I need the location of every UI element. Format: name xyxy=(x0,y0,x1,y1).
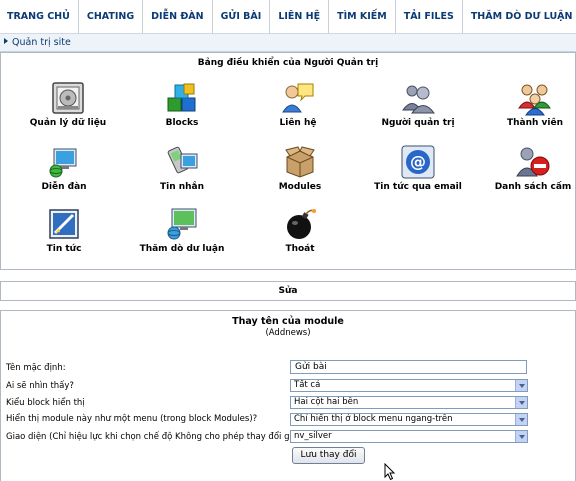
admin-item-email-news[interactable]: @ Tin tức qua email xyxy=(363,144,473,192)
rename-subtitle: (Addnews) xyxy=(265,328,311,338)
admin-item-poll[interactable]: Thăm dò dư luận xyxy=(127,206,237,254)
edit-bar: Sửa xyxy=(0,281,576,301)
menu-display-label: Hiển thị module này như một menu (trong … xyxy=(6,414,258,424)
admin-item-blocks[interactable]: Blocks xyxy=(127,80,237,128)
admin-item-label: Tin tức xyxy=(46,244,82,254)
admin-item-label: Thoát xyxy=(285,244,315,254)
who-can-see-label: Ai sẽ nhìn thấy? xyxy=(6,381,74,391)
admin-users-icon xyxy=(402,85,435,114)
mouse-cursor-icon xyxy=(384,463,396,481)
top-navigation: TRANG CHỦ CHATING DIỄN ĐÀN GỬI BÀI LIÊN … xyxy=(0,0,576,34)
admin-item-logout[interactable]: Thoát xyxy=(245,206,355,254)
admin-item-ban-list[interactable]: Danh sách cấm xyxy=(478,144,576,192)
panel-title: Bảng điều khiển của Người Quản trị xyxy=(197,58,379,68)
admin-item-modules[interactable]: Modules xyxy=(245,144,355,192)
nav-search[interactable]: TÌM KIẾM xyxy=(329,0,396,34)
arrow-right-icon xyxy=(4,38,8,44)
admin-control-panel: Bảng điều khiển của Người Quản trị Quản … xyxy=(0,52,576,270)
admin-item-label: Tin nhắn xyxy=(159,182,205,192)
svg-text:@: @ xyxy=(410,152,426,171)
logout-bomb-icon xyxy=(287,209,316,239)
who-can-see-value: Tất cả xyxy=(294,380,321,390)
nav-poll[interactable]: THĂM DÒ DƯ LUẬN xyxy=(463,0,576,34)
poll-icon xyxy=(167,208,197,240)
modules-icon xyxy=(285,146,315,178)
admin-item-label: Modules xyxy=(278,182,322,192)
chevron-down-icon[interactable] xyxy=(515,431,527,442)
edit-label: Sửa xyxy=(278,286,298,296)
admin-item-messages[interactable]: Tin nhắn xyxy=(127,144,237,192)
blocks-icon xyxy=(167,83,196,112)
chevron-down-icon[interactable] xyxy=(515,397,527,408)
database-icon xyxy=(52,82,84,114)
admin-item-database[interactable]: Quản lý dữ liệu xyxy=(13,80,123,128)
default-name-label: Tên mặc định: xyxy=(6,363,66,373)
default-name-input[interactable]: Gửi bài xyxy=(290,360,527,374)
admin-item-label: Danh sách cấm xyxy=(494,182,572,192)
who-can-see-select[interactable]: Tất cả xyxy=(290,379,528,392)
admin-item-label: Diễn đàn xyxy=(41,182,87,192)
admin-item-forum[interactable]: Diễn đàn xyxy=(9,144,119,192)
news-icon xyxy=(49,209,79,239)
nav-forum[interactable]: DIỄN ĐÀN xyxy=(143,0,213,34)
theme-select[interactable]: nv_silver xyxy=(290,430,528,443)
nav-home[interactable]: TRANG CHỦ xyxy=(0,0,79,34)
admin-item-label: Người quản trị xyxy=(381,118,455,128)
forum-icon xyxy=(49,148,77,178)
admin-item-label: Thành viên xyxy=(506,118,564,128)
theme-value: nv_silver xyxy=(294,431,332,441)
admin-item-contact[interactable]: Liên hệ xyxy=(243,80,353,128)
breadcrumb-label: Quản trị site xyxy=(12,37,71,48)
chevron-down-icon[interactable] xyxy=(515,414,527,425)
email-news-icon: @ xyxy=(401,145,435,179)
nav-chating[interactable]: CHATING xyxy=(79,0,144,34)
contact-icon xyxy=(282,83,314,113)
block-type-value: Hai cột hai bên xyxy=(294,397,359,407)
nav-contact[interactable]: LIÊN HỆ xyxy=(270,0,330,34)
admin-item-members[interactable]: Thành viên xyxy=(480,80,576,128)
menu-display-select[interactable]: Chỉ hiển thị ở block menu ngang-trên xyxy=(290,413,528,426)
admin-item-label: Thăm dò dư luận xyxy=(139,244,225,254)
block-type-select[interactable]: Hai cột hai bên xyxy=(290,396,528,409)
menu-display-value: Chỉ hiển thị ở block menu ngang-trên xyxy=(294,414,453,424)
admin-item-label: Liên hệ xyxy=(279,118,317,128)
admin-item-label: Quản lý dữ liệu xyxy=(29,118,107,128)
save-changes-button[interactable]: Lưu thay đổi xyxy=(292,447,365,464)
admin-item-admins[interactable]: Người quản trị xyxy=(363,80,473,128)
admin-item-label: Tin tức qua email xyxy=(374,182,462,192)
chevron-down-icon[interactable] xyxy=(515,380,527,391)
ban-list-icon xyxy=(516,147,550,177)
nav-downloads[interactable]: TẢI FILES xyxy=(396,0,463,34)
admin-item-news[interactable]: Tin tức xyxy=(9,206,119,254)
nav-submit[interactable]: GỬI BÀI xyxy=(213,0,271,34)
block-type-label: Kiểu block hiển thị xyxy=(6,398,85,408)
members-icon xyxy=(518,84,551,116)
admin-item-label: Blocks xyxy=(165,118,199,128)
messages-icon xyxy=(167,146,198,174)
rename-title: Thay tên của module xyxy=(232,316,344,327)
theme-label: Giao diện (Chỉ hiệu lực khi chọn chế độ … xyxy=(6,432,327,442)
breadcrumb[interactable]: Quản trị site xyxy=(0,34,576,52)
